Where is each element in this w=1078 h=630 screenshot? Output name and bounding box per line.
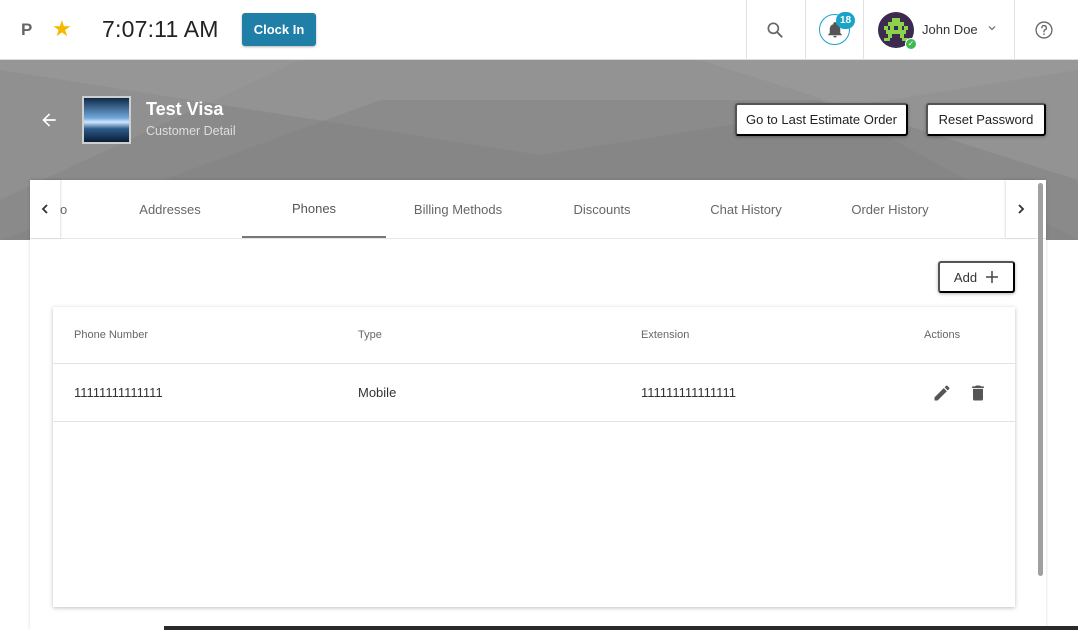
- chevron-right-icon: [1018, 204, 1025, 214]
- phone-number-cell: 11111111111111: [74, 385, 163, 400]
- column-header-type[interactable]: Type: [358, 329, 382, 341]
- bottom-strip: [164, 626, 1078, 630]
- table-header: Phone Number Type Extension Actions: [53, 307, 1015, 364]
- tab-phones[interactable]: Phones: [242, 180, 386, 238]
- customer-image: [82, 96, 131, 144]
- tab-label: Phones: [291, 200, 337, 216]
- edit-icon[interactable]: [932, 383, 952, 403]
- star-icon[interactable]: ★: [52, 17, 72, 41]
- clock-in-button[interactable]: Clock In: [242, 13, 316, 46]
- online-status-icon: ✓: [905, 38, 917, 50]
- tab-label: Discounts: [573, 201, 631, 217]
- type-cell: Mobile: [358, 385, 397, 400]
- delete-icon[interactable]: [968, 383, 988, 403]
- reset-password-button[interactable]: Reset Password: [926, 103, 1046, 136]
- column-header-actions: Actions: [924, 329, 961, 341]
- search-icon[interactable]: [765, 20, 785, 40]
- customer-photo: [84, 98, 129, 142]
- divider: [1014, 0, 1015, 60]
- tab-label: Addresses: [139, 201, 201, 217]
- divider: [746, 0, 747, 60]
- tab-order-history[interactable]: Order History: [818, 180, 962, 238]
- arrow-back-icon[interactable]: [39, 110, 59, 130]
- notification-badge: 18: [836, 12, 855, 29]
- divider: [805, 0, 806, 60]
- tab-label: Order History: [851, 201, 929, 217]
- tab-label: Chat History: [710, 201, 782, 217]
- help-icon[interactable]: [1034, 20, 1054, 40]
- column-header-extension[interactable]: Extension: [641, 329, 689, 341]
- tab-chat-history[interactable]: Chat History: [674, 180, 818, 238]
- tab-billing-methods[interactable]: Billing Methods: [386, 180, 530, 238]
- tab-bar: o Addresses Phones Billing Methods Disco…: [30, 180, 1046, 239]
- table-row: 11111111111111 Mobile 111111111111111: [53, 364, 1015, 422]
- add-phone-button[interactable]: Add: [938, 261, 1015, 293]
- clock-time: 7:07:11 AM: [102, 16, 219, 42]
- customer-detail-card: o Addresses Phones Billing Methods Disco…: [30, 180, 1046, 630]
- plus-icon: [986, 271, 999, 283]
- tab-label: Billing Methods: [413, 201, 503, 217]
- add-label: Add: [953, 269, 978, 285]
- tab-discounts[interactable]: Discounts: [530, 180, 674, 238]
- last-estimate-order-button[interactable]: Go to Last Estimate Order: [735, 103, 908, 136]
- page-subtitle: Customer Detail: [146, 124, 236, 138]
- user-name[interactable]: John Doe: [922, 22, 978, 37]
- top-bar: P ★ 7:07:11 AM Clock In 18 ✓ John Doe: [0, 0, 1078, 60]
- chevron-down-icon[interactable]: [986, 22, 998, 34]
- tab-partial[interactable]: o: [60, 180, 70, 238]
- column-header-phone-number[interactable]: Phone Number: [74, 329, 148, 341]
- scrollbar[interactable]: [1038, 183, 1043, 576]
- tab-scroll-left-button[interactable]: [30, 180, 60, 238]
- tab-partial-label: o: [60, 201, 68, 217]
- customer-name: Test Visa: [146, 99, 224, 119]
- tab-addresses[interactable]: Addresses: [98, 180, 242, 238]
- tab-scroll-right-button[interactable]: [1006, 180, 1036, 238]
- brand-logo[interactable]: P: [21, 20, 32, 40]
- extension-cell: 111111111111111: [641, 385, 736, 400]
- chevron-left-icon: [41, 204, 48, 214]
- phones-table: Phone Number Type Extension Actions 1111…: [53, 307, 1015, 607]
- divider: [863, 0, 864, 60]
